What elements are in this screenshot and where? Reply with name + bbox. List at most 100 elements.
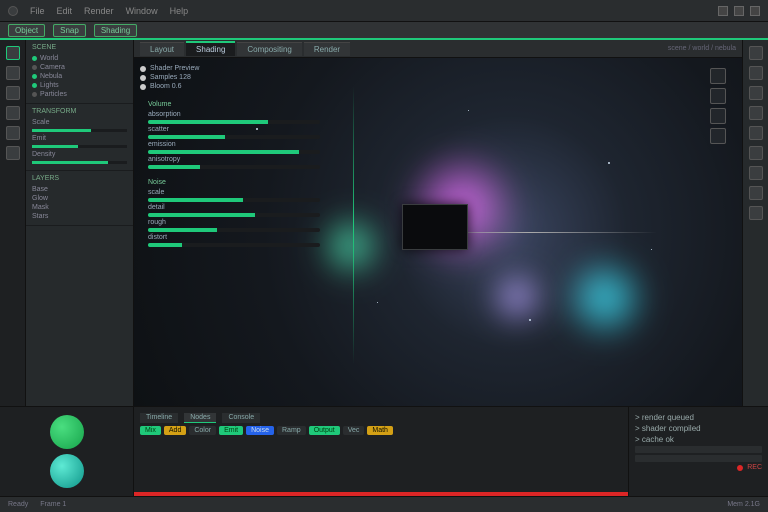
- material-props-icon[interactable]: [749, 206, 763, 220]
- log-line: > cache ok: [635, 435, 762, 444]
- minimize-icon[interactable]: [718, 6, 728, 16]
- node-mix[interactable]: Mix: [140, 426, 161, 435]
- close-icon[interactable]: [750, 6, 760, 16]
- menu-window[interactable]: Window: [126, 6, 158, 16]
- absorption-slider[interactable]: [148, 120, 320, 124]
- window-controls: [718, 6, 760, 16]
- node-add[interactable]: Add: [164, 426, 186, 435]
- xray-icon[interactable]: [710, 108, 726, 124]
- menu-edit[interactable]: Edit: [57, 6, 73, 16]
- world-props-icon[interactable]: [749, 106, 763, 120]
- menu-render[interactable]: Render: [84, 6, 114, 16]
- render-props-icon[interactable]: [749, 46, 763, 60]
- aniso-slider[interactable]: [148, 165, 320, 169]
- overlay-toggle-icon[interactable]: [710, 88, 726, 104]
- shading-icon[interactable]: [710, 128, 726, 144]
- dot-icon: [140, 84, 146, 90]
- emit-slider[interactable]: [32, 145, 127, 148]
- visibility-icon[interactable]: [32, 83, 37, 88]
- particle-props-icon[interactable]: [749, 166, 763, 180]
- outliner-item[interactable]: Camera: [32, 63, 127, 72]
- param-label: detail: [148, 204, 165, 211]
- log-line: [635, 446, 762, 453]
- layer-row[interactable]: Glow: [32, 194, 127, 203]
- density-slider[interactable]: [32, 161, 127, 164]
- node-vec[interactable]: Vec: [343, 426, 365, 435]
- outliner-item[interactable]: World: [32, 54, 127, 63]
- snap-toggle[interactable]: Snap: [53, 24, 86, 37]
- preview-sphere-cyan[interactable]: [50, 454, 84, 488]
- list-item-label: Camera: [40, 64, 65, 71]
- physics-props-icon[interactable]: [749, 186, 763, 200]
- record-indicator[interactable]: REC: [635, 464, 762, 471]
- node-noise[interactable]: Noise: [246, 426, 274, 435]
- status-right: Mem 2.1G: [727, 501, 760, 508]
- noise-rough-slider[interactable]: [148, 228, 320, 232]
- maximize-icon[interactable]: [734, 6, 744, 16]
- group-header: Noise: [148, 179, 320, 186]
- visibility-icon[interactable]: [32, 92, 37, 97]
- view-props-icon[interactable]: [749, 86, 763, 100]
- overlay-stats: Shader Preview Samples 128 Bloom 0.6 Vol…: [140, 64, 320, 248]
- move-tool-icon[interactable]: [6, 66, 20, 80]
- tab-shading[interactable]: Shading: [186, 41, 235, 56]
- param-label: Emit: [32, 135, 46, 142]
- param-label: emission: [148, 141, 176, 148]
- group-header: Volume: [148, 101, 320, 108]
- visibility-icon[interactable]: [32, 65, 37, 70]
- scale-slider[interactable]: [32, 129, 127, 132]
- node-emit[interactable]: Emit: [219, 426, 243, 435]
- menu-help[interactable]: Help: [170, 6, 189, 16]
- object-props-icon[interactable]: [749, 126, 763, 140]
- outliner-item[interactable]: Lights: [32, 81, 127, 90]
- scatter-slider[interactable]: [148, 135, 320, 139]
- visibility-icon[interactable]: [32, 74, 37, 79]
- menu-file[interactable]: File: [30, 6, 45, 16]
- layer-row[interactable]: Stars: [32, 212, 127, 221]
- noise-detail-slider[interactable]: [148, 213, 320, 217]
- measure-tool-icon[interactable]: [6, 146, 20, 160]
- select-tool-icon[interactable]: [6, 46, 20, 60]
- tab-timeline[interactable]: Timeline: [140, 413, 178, 423]
- param-label: Density: [32, 151, 55, 158]
- visibility-icon[interactable]: [32, 56, 37, 61]
- noise-distort-slider[interactable]: [148, 243, 320, 247]
- annotate-tool-icon[interactable]: [6, 126, 20, 140]
- node-editor[interactable]: Timeline Nodes Console Mix Add Color Emi…: [134, 407, 628, 496]
- preview-sphere-green[interactable]: [50, 415, 84, 449]
- app-icon: [8, 6, 18, 16]
- node-math[interactable]: Math: [367, 426, 393, 435]
- list-item-label: Lights: [40, 82, 59, 89]
- tab-layout[interactable]: Layout: [140, 42, 184, 56]
- param-label: absorption: [148, 111, 181, 118]
- tab-render[interactable]: Render: [304, 42, 350, 56]
- outliner-item[interactable]: Particles: [32, 90, 127, 99]
- tab-nodes[interactable]: Nodes: [184, 413, 216, 423]
- tab-compositing[interactable]: Compositing: [237, 42, 301, 56]
- emission-slider[interactable]: [148, 150, 320, 154]
- shading-select[interactable]: Shading: [94, 24, 137, 37]
- output-props-icon[interactable]: [749, 66, 763, 80]
- rotate-tool-icon[interactable]: [6, 86, 20, 100]
- node-output[interactable]: Output: [309, 426, 340, 435]
- param-row: Density: [32, 150, 127, 159]
- layer-row[interactable]: Mask: [32, 203, 127, 212]
- viewport[interactable]: Shader Preview Samples 128 Bloom 0.6 Vol…: [134, 58, 742, 406]
- param-row: Emit: [32, 134, 127, 143]
- noise-scale-slider[interactable]: [148, 198, 320, 202]
- render-region[interactable]: [402, 204, 468, 250]
- param-row: emission: [148, 140, 320, 149]
- gizmo-icon[interactable]: [710, 68, 726, 84]
- outliner-item[interactable]: Nebula: [32, 72, 127, 81]
- tab-console[interactable]: Console: [222, 413, 260, 423]
- outliner-header: Scene: [32, 44, 127, 51]
- mode-select[interactable]: Object: [8, 24, 45, 37]
- modifier-props-icon[interactable]: [749, 146, 763, 160]
- overlay-label: Samples 128: [150, 74, 191, 81]
- workspace-tabs: Layout Shading Compositing Render scene …: [134, 40, 742, 58]
- layer-row[interactable]: Base: [32, 185, 127, 194]
- node-color[interactable]: Color: [189, 426, 216, 435]
- scale-tool-icon[interactable]: [6, 106, 20, 120]
- param-label: Scale: [32, 119, 50, 126]
- node-ramp[interactable]: Ramp: [277, 426, 306, 435]
